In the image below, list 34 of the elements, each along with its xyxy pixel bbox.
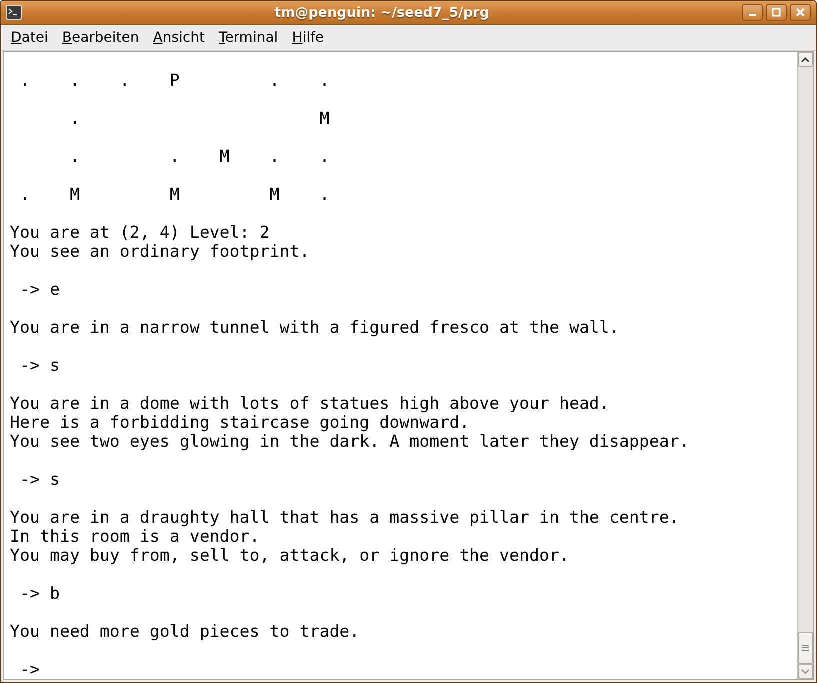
map-row-text: . M M M . <box>18 185 331 204</box>
close-icon <box>796 8 805 17</box>
map-row-text: . . . P . . <box>18 71 331 90</box>
scroll-up-icon[interactable] <box>798 52 813 67</box>
command-prompt: -> e <box>18 280 61 299</box>
output-line: You see two eyes glowing in the dark. A moment later they disappear. <box>10 432 690 451</box>
scroll-thumb[interactable] <box>798 632 813 664</box>
output-line: Here is a forbidding staircase going downward. <box>10 413 471 432</box>
close-button[interactable] <box>790 4 811 21</box>
command-prompt: -> s <box>18 470 61 489</box>
maximize-icon <box>772 8 781 17</box>
map-row-text: . . M . . <box>68 147 331 166</box>
command-prompt: -> b <box>18 584 61 603</box>
output-line: You need more gold pieces to trade. <box>10 622 361 641</box>
menu-item[interactable]: Ansicht <box>147 28 213 48</box>
window-title: tm@penguin: ~/seed7_5/prg <box>274 4 490 20</box>
menu-item[interactable]: Bearbeiten <box>56 28 148 48</box>
output-line: You are in a narrow tunnel with a figured fresco at the wall. <box>10 318 620 337</box>
command-prompt: -> s <box>18 356 61 375</box>
output-line: You see an ordinary footprint. <box>10 242 311 261</box>
menu-item[interactable]: Hilfe <box>286 28 332 48</box>
scrollbar[interactable] <box>797 52 813 679</box>
output-line: In this room is a vendor. <box>10 527 261 546</box>
output-line: You are in a draughty hall that has a massive pillar in the centre. <box>10 508 680 527</box>
map-row-text: . M <box>68 109 331 128</box>
terminal-icon <box>6 5 22 20</box>
output-line: You may buy from, sell to, attack, or ignore the vendor. <box>10 546 570 565</box>
maximize-button[interactable] <box>766 4 787 21</box>
command-prompt: -> <box>18 660 41 679</box>
menu-item[interactable]: Datei <box>5 28 56 48</box>
minimize-button[interactable] <box>742 4 763 21</box>
output-line: You are at (2, 4) Level: 2 <box>10 223 271 242</box>
output-line: You are in a dome with lots of statues high above your head. <box>10 394 610 413</box>
menu-item[interactable]: Terminal <box>213 28 286 48</box>
